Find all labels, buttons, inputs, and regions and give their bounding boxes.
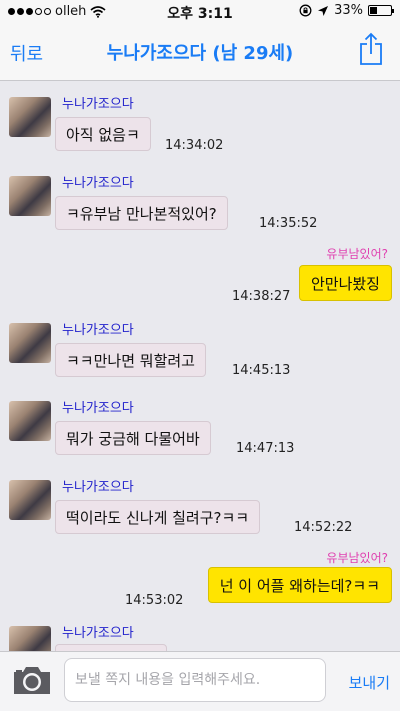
message-bubble[interactable]: 떡이라도 신나게 칠려구?ㅋㅋ — [55, 500, 261, 534]
rotation-lock-icon — [299, 4, 312, 17]
battery-icon — [368, 5, 394, 16]
message-time: 14:45:13 — [232, 363, 291, 378]
avatar[interactable] — [9, 176, 51, 216]
status-right: 33% — [299, 3, 394, 18]
message-bubble[interactable]: 안만나봤징 — [298, 265, 392, 301]
send-button[interactable]: 보내기 — [349, 672, 390, 693]
sender-name: 누나가조으다 — [62, 401, 134, 416]
sender-name: 누나가조으다 — [62, 480, 134, 495]
battery-level — [370, 7, 377, 14]
compose-bar: 보내기 — [0, 651, 400, 711]
page-title: 누나가조으다 (남 29세) — [106, 43, 294, 64]
avatar[interactable] — [9, 97, 51, 137]
avatar[interactable] — [9, 480, 51, 520]
message-bubble[interactable]: ㅋㅋ만나면 뭐할려고 — [55, 343, 206, 377]
message-time: 14:35:52 — [259, 216, 318, 231]
sender-name: 누나가조으다 — [62, 626, 134, 641]
message-time: 14:47:13 — [236, 441, 295, 456]
sender-name: 누나가조으다 — [62, 176, 134, 191]
sender-name: 누나가조으다 — [62, 323, 134, 338]
sender-name: 누나가조으다 — [62, 97, 134, 112]
battery-percent: 33% — [334, 3, 363, 18]
avatar[interactable] — [9, 401, 51, 441]
message-bubble[interactable]: ㅋ유부남 만나본적있어? — [55, 196, 228, 230]
avatar[interactable] — [9, 626, 51, 651]
message-bubble[interactable]: 넌 이 어플 왜하는데?ㅋㅋ — [207, 567, 392, 603]
avatar[interactable] — [9, 323, 51, 363]
nav-bar: 뒤로 누나가조으다 (남 29세) — [0, 22, 400, 81]
message-bubble[interactable]: 뭐가 궁금해 다물어바 — [55, 421, 211, 455]
message-bubble[interactable] — [55, 644, 167, 651]
message-bubble[interactable]: 아직 없음ㅋ — [55, 117, 151, 151]
message-time: 14:34:02 — [165, 138, 224, 153]
message-list[interactable]: 누나가조으다 아직 없음ㅋ 14:34:02 누나가조으다 ㅋ유부남 만나본적있… — [0, 81, 400, 651]
message-input[interactable] — [64, 658, 326, 702]
message-time: 14:53:02 — [125, 593, 184, 608]
back-button[interactable]: 뒤로 — [10, 40, 43, 66]
reader-label: 유부남있어? — [326, 551, 388, 565]
message-time: 14:38:27 — [232, 289, 291, 304]
share-icon[interactable] — [358, 32, 384, 66]
camera-icon[interactable] — [12, 664, 52, 696]
location-arrow-icon — [318, 5, 329, 16]
status-bar: olleh 오후 3:11 33% — [0, 0, 400, 22]
reader-label: 유부남있어? — [326, 247, 388, 261]
message-time: 14:52:22 — [294, 520, 353, 535]
